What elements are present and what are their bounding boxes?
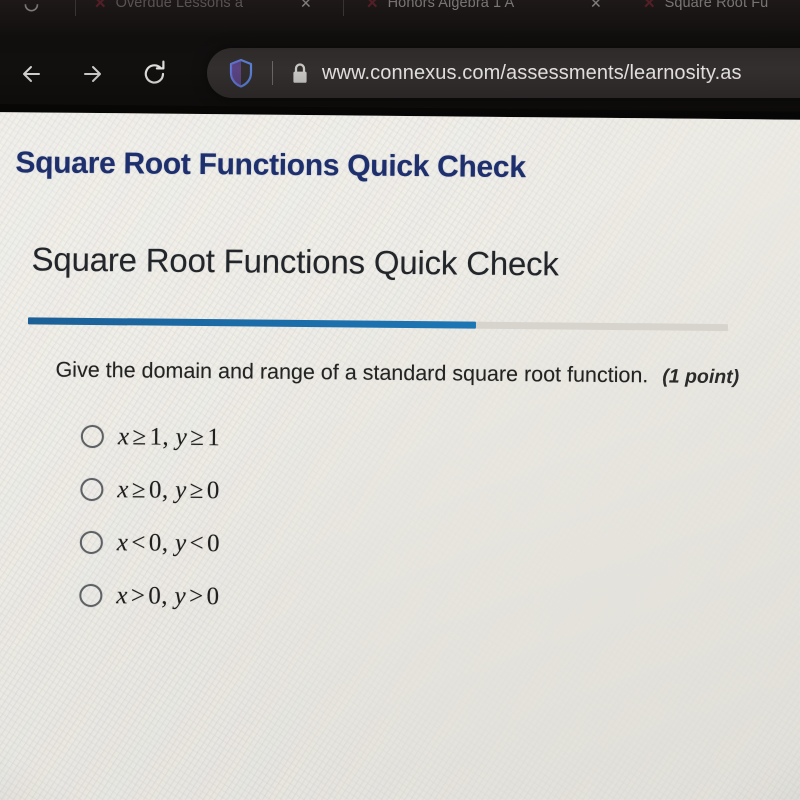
answer-option-b[interactable]: x ≥0, y ≥0: [80, 463, 221, 517]
operator-x: <: [131, 528, 147, 556]
variable-x: x: [116, 528, 129, 556]
operator-y: >: [188, 582, 204, 610]
tab-favicon-red-x-icon: ✕: [366, 0, 379, 12]
web-page: Square Root Functions Quick Check Square…: [0, 112, 800, 800]
variable-y: y: [175, 476, 187, 504]
value-y: 0: [206, 582, 220, 610]
tab-favicon-red-x-icon: ✕: [94, 0, 107, 12]
answer-option-a[interactable]: x ≥1, y ≥1: [80, 410, 222, 464]
value-x: 0: [148, 476, 163, 504]
value-y: 0: [206, 529, 221, 557]
answer-options-list: x ≥1, y ≥1 x ≥0, y ≥0 x <0, y <0 x > 0, …: [79, 410, 221, 623]
comma: ,: [161, 582, 169, 610]
page-title: Square Root Functions Quick Check: [15, 146, 526, 185]
browser-tab-title: Honors Algebra 1 A: [387, 0, 515, 11]
answer-option-label-d: x >0, y >0: [116, 582, 219, 611]
tab-strip: ◡ ✕ Overdue Lessons a ✕ ✕ Honors Algebra…: [0, 0, 800, 26]
operator-y: <: [189, 529, 205, 557]
operator-x: ≥: [132, 422, 147, 450]
tab-favicon-red-x-icon: ✕: [643, 0, 656, 12]
variable-x: x: [116, 581, 128, 609]
operator-x: ≥: [131, 475, 147, 503]
progress-bar-fill: [27, 317, 477, 329]
variable-y: y: [174, 582, 187, 610]
tab-separator: [343, 0, 344, 16]
operator-y: ≥: [190, 423, 205, 451]
answer-option-label-b: x ≥0, y ≥0: [117, 476, 220, 505]
comma: ,: [162, 423, 170, 451]
url-text: www.connexus.com/assessments/learnosity.…: [322, 61, 742, 84]
question-text: Give the domain and range of a standard …: [55, 357, 649, 388]
question-points-badge: (1 point): [662, 365, 740, 389]
browser-tab-overdue-lessons[interactable]: ✕ Overdue Lessons a: [94, 0, 314, 18]
browser-tab-title: Square Root Fu: [664, 0, 769, 11]
shield-icon[interactable]: [228, 58, 254, 88]
radio-button-d[interactable]: [79, 583, 103, 608]
back-arrow-icon: [23, 66, 40, 82]
browser-tab-honors-algebra[interactable]: ✕ Honors Algebra 1 A: [366, 0, 596, 18]
value-x: 0: [148, 529, 162, 557]
value-y: 0: [206, 476, 220, 504]
back-button[interactable]: [12, 52, 56, 96]
forward-button[interactable]: [72, 52, 116, 96]
answer-option-d[interactable]: x >0, y >0: [79, 569, 220, 623]
comma: ,: [161, 529, 169, 557]
reload-icon: [144, 60, 165, 84]
browser-tab-0[interactable]: ◡: [24, 0, 70, 18]
answer-option-c[interactable]: x <0, y <0: [79, 516, 221, 570]
screenshot-root: ◡ ✕ Overdue Lessons a ✕ ✕ Honors Algebra…: [0, 0, 800, 800]
value-y: 1: [207, 423, 221, 451]
radio-button-c[interactable]: [79, 530, 103, 555]
operator-y: ≥: [189, 476, 204, 504]
variable-x: x: [117, 422, 130, 450]
comma: ,: [161, 476, 169, 504]
reload-button[interactable]: [133, 52, 177, 96]
tab-separator: [75, 0, 76, 16]
assessment-heading: Square Root Functions Quick Check: [31, 240, 559, 283]
progress-bar-track: [27, 317, 728, 332]
operator-x: >: [130, 581, 146, 609]
value-x: 1: [149, 423, 163, 451]
browser-tab-close-overdue-lessons[interactable]: ✕: [300, 0, 324, 18]
tab-favicon-white-shape-icon: ◡: [24, 0, 39, 13]
browser-chrome: ◡ ✕ Overdue Lessons a ✕ ✕ Honors Algebra…: [0, 0, 800, 124]
answer-option-label-c: x <0, y <0: [117, 529, 220, 558]
radio-button-b[interactable]: [80, 477, 104, 502]
browser-nav-bar: www.connexus.com/assessments/learnosity.…: [0, 46, 800, 102]
padlock-icon[interactable]: [290, 61, 310, 86]
answer-option-label-a: x ≥1, y ≥1: [118, 423, 221, 452]
urlbar-divider: [272, 61, 273, 85]
address-bar[interactable]: www.connexus.com/assessments/learnosity.…: [207, 48, 800, 98]
browser-tab-close-honors-algebra[interactable]: ✕: [590, 0, 614, 18]
browser-tab-title: Overdue Lessons a: [115, 0, 244, 11]
variable-y: y: [175, 423, 188, 451]
value-x: 0: [148, 582, 162, 610]
close-icon: ✕: [590, 0, 602, 11]
radio-button-a[interactable]: [80, 424, 104, 449]
browser-tab-square-root-functions[interactable]: ✕ Square Root Fu: [643, 0, 800, 18]
variable-x: x: [117, 475, 130, 503]
close-icon: ✕: [300, 0, 312, 11]
variable-y: y: [174, 529, 187, 557]
question-row: Give the domain and range of a standard …: [55, 358, 739, 390]
forward-arrow-icon: [84, 66, 101, 82]
